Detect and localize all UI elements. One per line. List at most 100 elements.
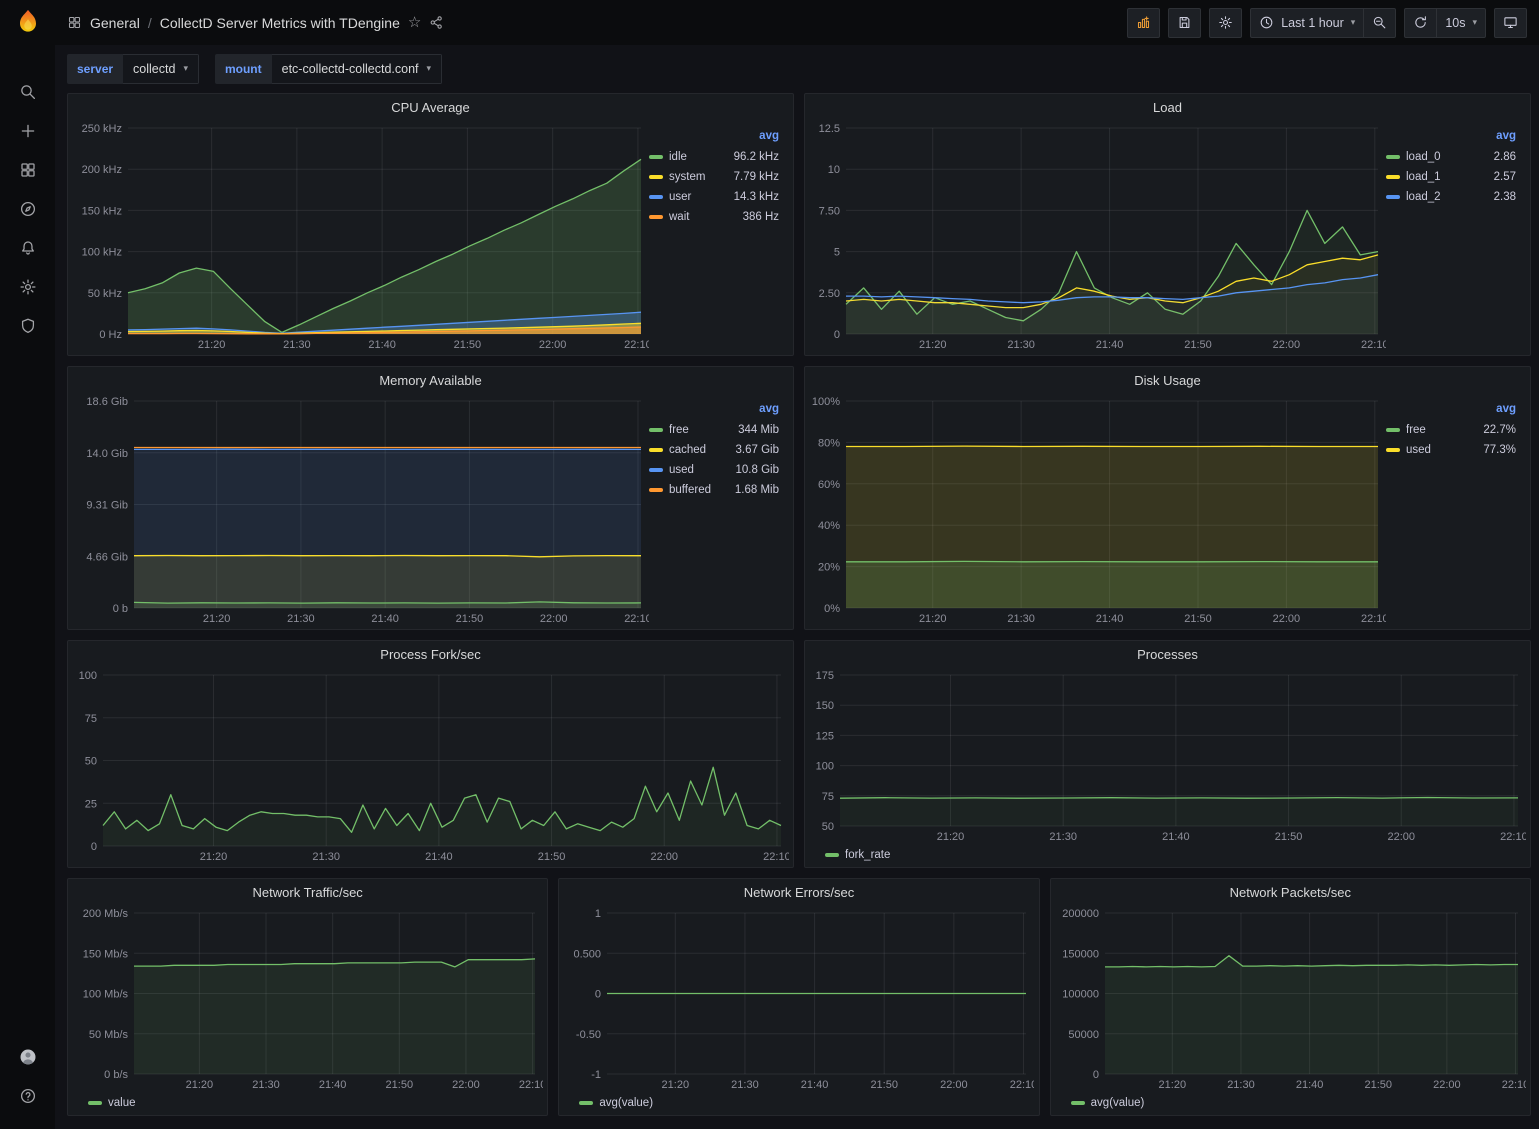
panel-header[interactable]: Network Packets/sec [1051, 879, 1530, 905]
grafana-logo[interactable] [13, 8, 43, 38]
panel-header[interactable]: Process Fork/sec [68, 641, 793, 667]
legend-header: avg [1386, 128, 1518, 147]
alerting-bell-icon[interactable] [0, 228, 55, 267]
legend-series-name[interactable]: load_2 [1406, 191, 1441, 203]
chart[interactable]: 0 b/s50 Mb/s100 Mb/s150 Mb/s200 Mb/s21:2… [72, 905, 543, 1093]
topbar-actions: Last 1 hour ▾ 10s ▾ [1127, 8, 1527, 38]
panel-header[interactable]: CPU Average [68, 94, 793, 120]
svg-text:21:40: 21:40 [1096, 339, 1124, 351]
main-area: General / CollectD Server Metrics with T… [55, 0, 1539, 1129]
chart[interactable]: -1-0.5000.500121:2021:3021:4021:5022:002… [563, 905, 1034, 1093]
legend-series-name[interactable]: user [669, 191, 691, 203]
svg-text:100000: 100000 [1062, 989, 1099, 1001]
svg-text:0 b/s: 0 b/s [104, 1069, 128, 1081]
add-panel-button[interactable] [1127, 8, 1160, 38]
dashboard-grid: CPU Average 0 Hz50 kHz100 kHz150 kHz200 … [55, 85, 1539, 1129]
svg-text:0 b: 0 b [113, 603, 128, 615]
svg-text:22:00: 22:00 [452, 1079, 480, 1091]
svg-text:22:10: 22:10 [1010, 1079, 1034, 1091]
star-favorite-icon[interactable]: ☆ [408, 15, 421, 30]
chart[interactable]: 0%20%40%60%80%100%21:2021:3021:4021:5022… [809, 393, 1386, 627]
cycle-view-mode-button[interactable] [1494, 8, 1527, 38]
legend-series-name[interactable]: fork_rate [845, 849, 890, 861]
legend-series-name[interactable]: free [1406, 424, 1426, 436]
panel-header[interactable]: Processes [805, 641, 1530, 667]
legend-series-name[interactable]: cached [669, 444, 706, 456]
svg-text:22:00: 22:00 [539, 339, 567, 351]
clock-icon [1259, 15, 1274, 30]
panel-body: 05000010000015000020000021:2021:3021:402… [1051, 905, 1530, 1095]
dashboard-settings-button[interactable] [1209, 8, 1242, 38]
panel-header[interactable]: Load [805, 94, 1530, 120]
legend-series-name[interactable]: system [669, 171, 705, 183]
panel: Memory Available 0 b4.66 Gib9.31 Gib14.0… [67, 366, 794, 630]
svg-text:21:40: 21:40 [368, 339, 396, 351]
panel-header[interactable]: Network Traffic/sec [68, 879, 547, 905]
search-icon[interactable] [0, 72, 55, 111]
legend-item: load_12.57 [1386, 167, 1518, 187]
svg-text:0: 0 [1093, 1069, 1099, 1081]
server-admin-shield-icon[interactable] [0, 306, 55, 345]
svg-text:21:20: 21:20 [1158, 1079, 1186, 1091]
panel-title: Load [1153, 100, 1182, 115]
chart[interactable]: 025507510021:2021:3021:4021:5022:0022:10 [72, 667, 789, 865]
variable-mount-value[interactable]: etc-collectd-collectd.conf ▾ [272, 54, 442, 84]
legend-series-name[interactable]: idle [669, 151, 687, 163]
variable-mount-label: mount [215, 54, 272, 84]
refresh-interval-button[interactable]: 10s ▾ [1436, 8, 1486, 38]
configuration-gear-icon[interactable] [0, 267, 55, 306]
legend-swatch [1071, 1101, 1085, 1105]
explore-compass-icon[interactable] [0, 189, 55, 228]
breadcrumb: General / CollectD Server Metrics with T… [67, 15, 400, 31]
legend-series-value: 22.7% [1483, 424, 1516, 436]
svg-text:21:50: 21:50 [871, 1079, 899, 1091]
refresh-button[interactable] [1404, 8, 1436, 38]
legend-series-name[interactable]: buffered [669, 484, 711, 496]
svg-text:5: 5 [834, 247, 840, 259]
chart[interactable]: 0 b4.66 Gib9.31 Gib14.0 Gib18.6 Gib21:20… [72, 393, 649, 627]
legend-series-name[interactable]: avg(value) [599, 1097, 653, 1109]
svg-text:22:10: 22:10 [624, 339, 649, 351]
time-range-button[interactable]: Last 1 hour ▾ [1250, 8, 1363, 38]
panel-body: 0 b/s50 Mb/s100 Mb/s150 Mb/s200 Mb/s21:2… [68, 905, 547, 1095]
panel-header[interactable]: Disk Usage [805, 367, 1530, 393]
chart[interactable]: 02.5057.501012.521:2021:3021:4021:5022:0… [809, 120, 1386, 353]
user-avatar[interactable] [0, 1037, 55, 1076]
legend-series-name[interactable]: used [669, 464, 694, 476]
svg-text:50000: 50000 [1068, 1029, 1099, 1041]
svg-text:21:40: 21:40 [319, 1079, 347, 1091]
variable-server[interactable]: server collectd ▾ [67, 54, 199, 84]
variable-mount[interactable]: mount etc-collectd-collectd.conf ▾ [215, 54, 442, 84]
chart[interactable]: 0 Hz50 kHz100 kHz150 kHz200 kHz250 kHz21… [72, 120, 649, 353]
panel: Processes 507510012515017521:2021:3021:4… [804, 640, 1531, 868]
legend-series-name[interactable]: free [669, 424, 689, 436]
breadcrumb-folder[interactable]: General [90, 15, 140, 31]
legend-series-name[interactable]: load_1 [1406, 171, 1441, 183]
share-icon[interactable] [429, 15, 444, 30]
create-plus-icon[interactable] [0, 111, 55, 150]
variable-server-value[interactable]: collectd ▾ [123, 54, 199, 84]
legend-series-name[interactable]: wait [669, 211, 689, 223]
dashboards-icon[interactable] [0, 150, 55, 189]
save-dashboard-button[interactable] [1168, 8, 1201, 38]
legend-series-name[interactable]: load_0 [1406, 151, 1441, 163]
panel: Network Errors/sec -1-0.5000.500121:2021… [558, 878, 1039, 1116]
legend-series-name[interactable]: avg(value) [1091, 1097, 1145, 1109]
zoom-out-button[interactable] [1363, 8, 1396, 38]
svg-text:22:00: 22:00 [1273, 339, 1301, 351]
svg-text:22:00: 22:00 [1387, 831, 1415, 843]
chevron-down-icon: ▾ [1351, 18, 1356, 28]
svg-text:22:10: 22:10 [1501, 1079, 1525, 1091]
chart[interactable]: 05000010000015000020000021:2021:3021:402… [1055, 905, 1526, 1093]
help-icon[interactable] [0, 1076, 55, 1115]
svg-text:200 Mb/s: 200 Mb/s [83, 908, 129, 920]
panel-header[interactable]: Memory Available [68, 367, 793, 393]
legend-item: load_02.86 [1386, 147, 1518, 167]
chart[interactable]: 507510012515017521:2021:3021:4021:5022:0… [809, 667, 1526, 845]
panel-header[interactable]: Network Errors/sec [559, 879, 1038, 905]
legend-series-value: 14.3 kHz [734, 191, 779, 203]
svg-text:22:10: 22:10 [624, 613, 649, 625]
legend-series-name[interactable]: used [1406, 444, 1431, 456]
legend-series-name[interactable]: value [108, 1097, 136, 1109]
legend-item: used77.3% [1386, 440, 1518, 460]
